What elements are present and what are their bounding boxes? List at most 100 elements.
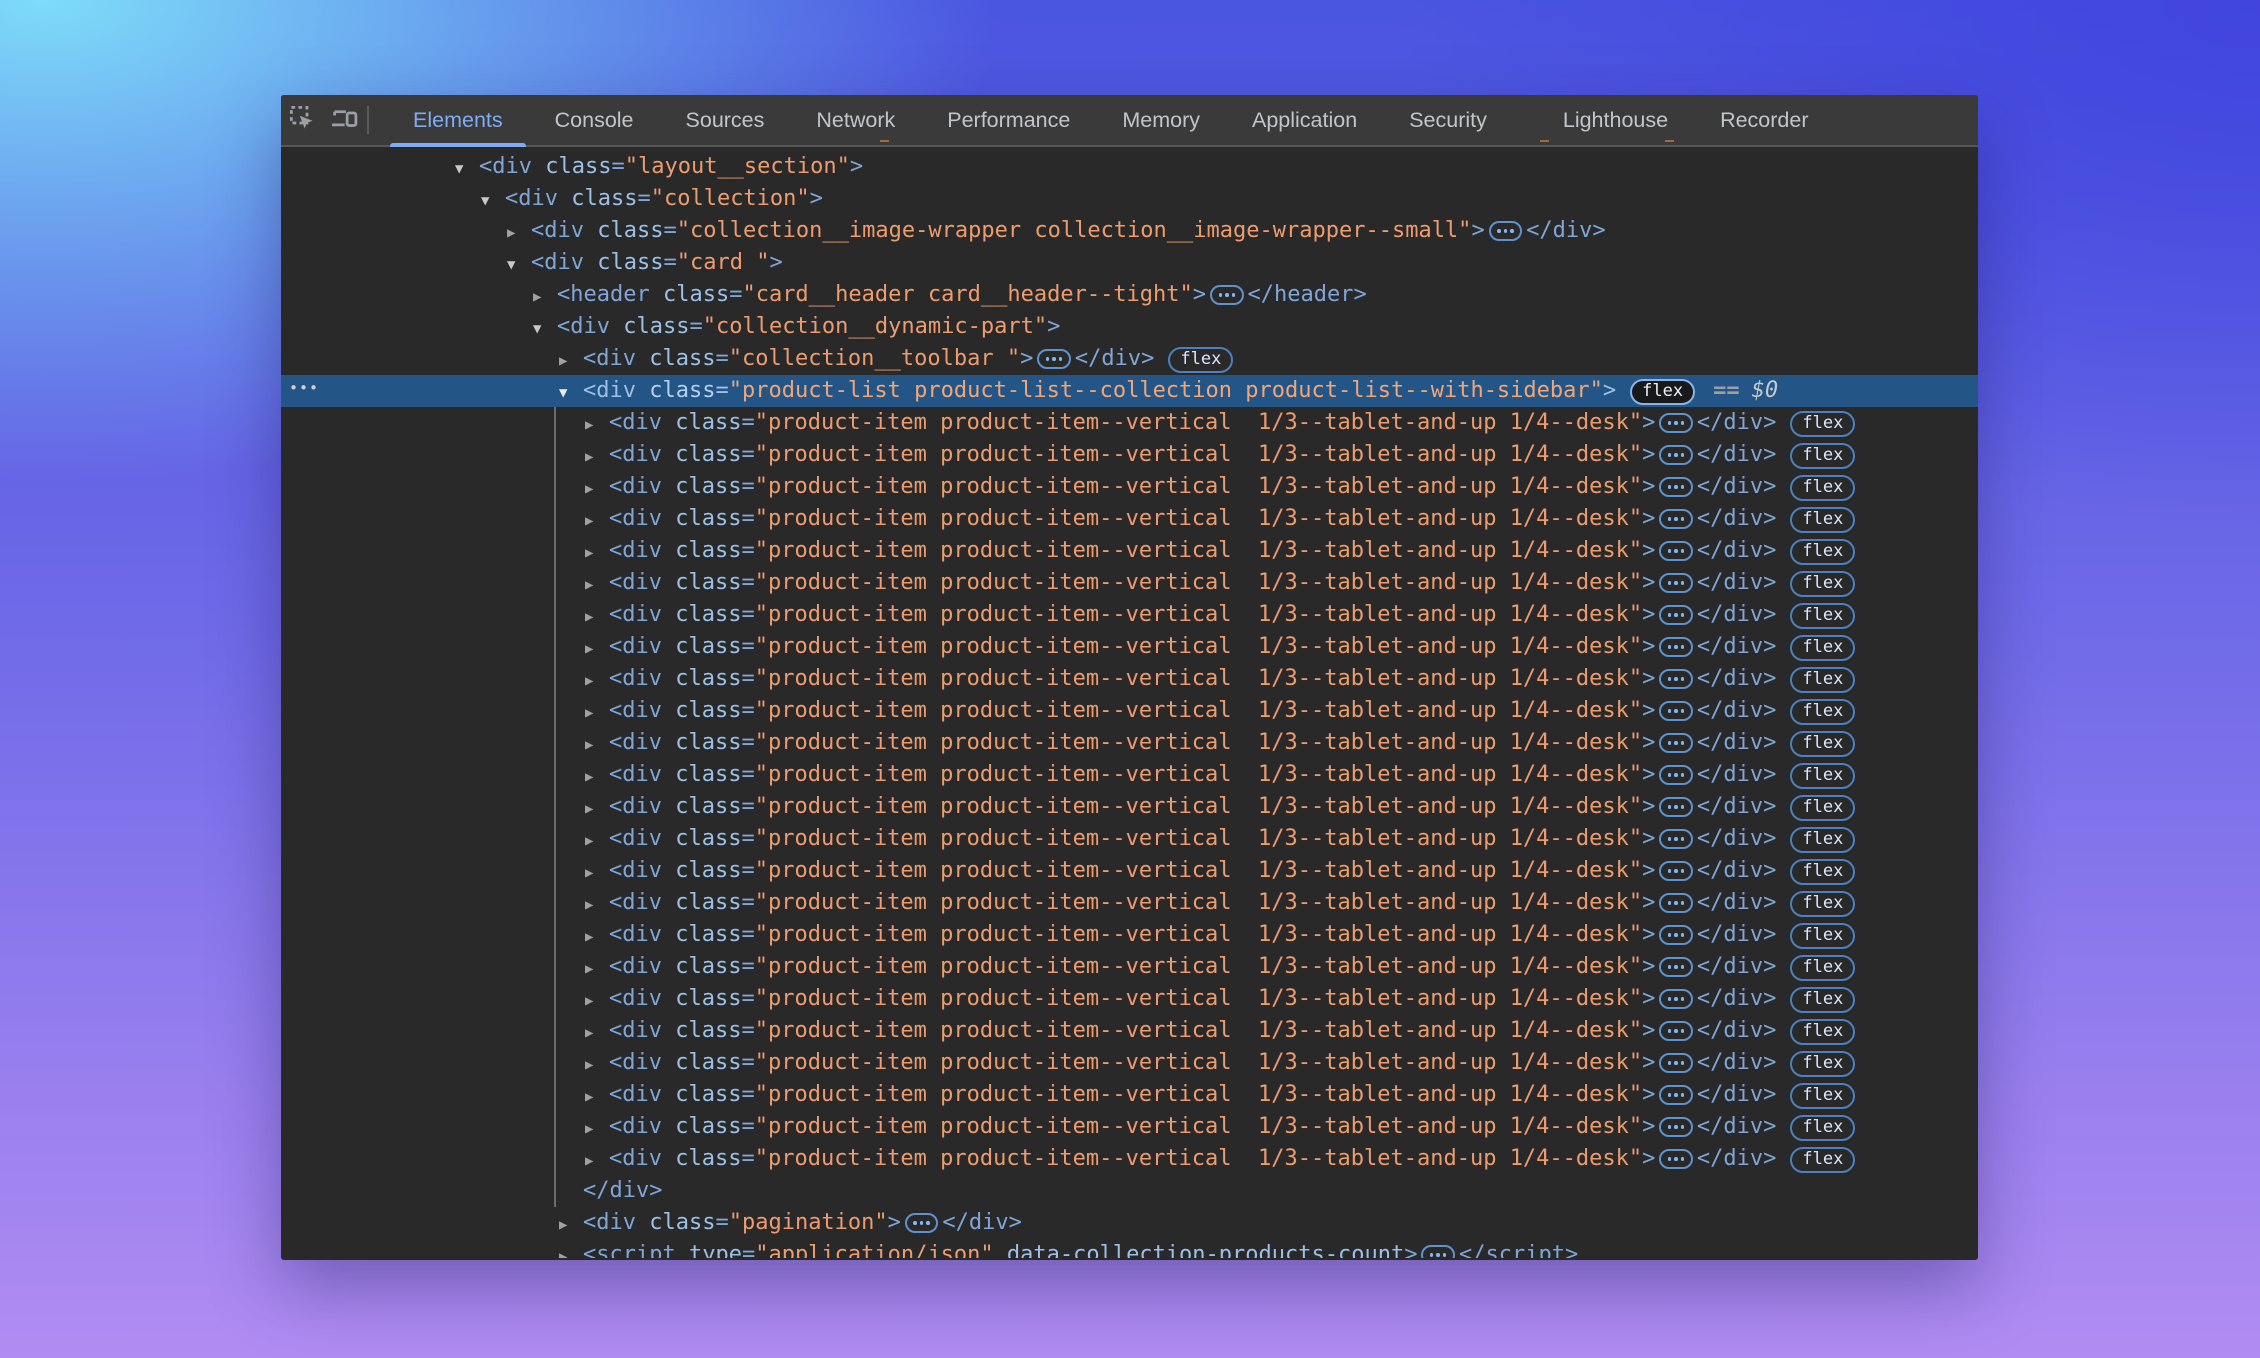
expand-children-button[interactable] — [905, 1213, 939, 1233]
flex-badge[interactable]: flex — [1790, 1051, 1855, 1077]
dom-tree-row[interactable]: ▶<div class="product-item product-item--… — [281, 599, 1978, 631]
disclosure-triangle[interactable]: ▶ — [585, 729, 609, 761]
dom-tree-row[interactable]: ▶<header class="card__header card__heade… — [281, 279, 1978, 311]
disclosure-triangle[interactable]: ▶ — [585, 569, 609, 601]
dom-tree-row[interactable]: </div> — [281, 1175, 1978, 1207]
disclosure-triangle[interactable]: ▶ — [585, 889, 609, 921]
tab-memory[interactable]: Memory — [1096, 95, 1226, 145]
expand-children-button[interactable] — [1659, 573, 1693, 593]
device-toolbar-button[interactable] — [323, 97, 365, 143]
dom-tree-row[interactable]: ▼<div class="collection__dynamic-part"> — [281, 311, 1978, 343]
disclosure-triangle[interactable]: ▶ — [585, 1081, 609, 1113]
expand-children-button[interactable] — [1659, 669, 1693, 689]
disclosure-triangle[interactable]: ▶ — [585, 697, 609, 729]
expand-children-button[interactable] — [1659, 605, 1693, 625]
dom-tree-row[interactable]: ▶<div class="product-item product-item--… — [281, 983, 1978, 1015]
flex-badge[interactable]: flex — [1630, 379, 1695, 405]
dom-tree-row[interactable]: ▼<div class="layout__section"> — [281, 151, 1978, 183]
tab-lighthouse[interactable]: Lighthouse — [1537, 95, 1694, 145]
dom-tree-row[interactable]: ▶<div class="product-item product-item--… — [281, 407, 1978, 439]
dom-tree-row[interactable]: ▶<div class="product-item product-item--… — [281, 1015, 1978, 1047]
disclosure-triangle[interactable]: ▼ — [533, 313, 557, 345]
disclosure-triangle[interactable]: ▶ — [585, 441, 609, 473]
disclosure-triangle[interactable]: ▶ — [585, 761, 609, 793]
flex-badge[interactable]: flex — [1790, 571, 1855, 597]
disclosure-triangle[interactable]: ▶ — [585, 537, 609, 569]
expand-children-button[interactable] — [1659, 1085, 1693, 1105]
expand-children-button[interactable] — [1659, 1149, 1693, 1169]
dom-tree-row[interactable]: ▶<div class="product-item product-item--… — [281, 855, 1978, 887]
flex-badge[interactable]: flex — [1790, 763, 1855, 789]
expand-children-button[interactable] — [1489, 221, 1523, 241]
flex-badge[interactable]: flex — [1790, 731, 1855, 757]
expand-children-button[interactable] — [1659, 413, 1693, 433]
dom-tree-row[interactable]: ▶<div class="product-item product-item--… — [281, 1143, 1978, 1175]
expand-children-button[interactable] — [1659, 765, 1693, 785]
dom-tree-row[interactable]: ▼<div class="collection"> — [281, 183, 1978, 215]
flex-badge[interactable]: flex — [1790, 987, 1855, 1013]
dom-tree-row[interactable]: ▶<div class="product-item product-item--… — [281, 791, 1978, 823]
flex-badge[interactable]: flex — [1790, 507, 1855, 533]
disclosure-triangle[interactable]: ▶ — [585, 409, 609, 441]
disclosure-triangle[interactable]: ▼ — [507, 249, 531, 281]
expand-children-button[interactable] — [1659, 445, 1693, 465]
expand-children-button[interactable] — [1659, 829, 1693, 849]
flex-badge[interactable]: flex — [1790, 635, 1855, 661]
flex-badge[interactable]: flex — [1790, 699, 1855, 725]
disclosure-triangle[interactable]: ▶ — [585, 633, 609, 665]
disclosure-triangle[interactable]: ▶ — [585, 601, 609, 633]
dom-tree-row[interactable]: ▶<div class="product-item product-item--… — [281, 887, 1978, 919]
tab-security[interactable]: Security — [1383, 95, 1513, 145]
disclosure-triangle[interactable]: ▶ — [585, 921, 609, 953]
flex-badge[interactable]: flex — [1790, 923, 1855, 949]
disclosure-triangle[interactable]: ▶ — [585, 793, 609, 825]
dom-tree-row[interactable]: ▶<div class="collection__toolbar "></div… — [281, 343, 1978, 375]
dom-tree-row[interactable]: ▶<div class="product-item product-item--… — [281, 1047, 1978, 1079]
disclosure-triangle[interactable]: ▶ — [585, 857, 609, 889]
dom-tree-row[interactable]: ▶<div class="product-item product-item--… — [281, 727, 1978, 759]
flex-badge[interactable]: flex — [1790, 827, 1855, 853]
expand-children-button[interactable] — [1659, 1053, 1693, 1073]
expand-children-button[interactable] — [1659, 477, 1693, 497]
expand-children-button[interactable] — [1659, 733, 1693, 753]
expand-children-button[interactable] — [1659, 925, 1693, 945]
flex-badge[interactable]: flex — [1790, 411, 1855, 437]
expand-children-button[interactable] — [1659, 861, 1693, 881]
dom-tree-row[interactable]: ▶<div class="product-item product-item--… — [281, 919, 1978, 951]
tab-console[interactable]: Console — [529, 95, 660, 145]
disclosure-triangle[interactable]: ▶ — [585, 985, 609, 1017]
disclosure-triangle[interactable]: ▶ — [533, 281, 557, 313]
expand-children-button[interactable] — [1659, 1021, 1693, 1041]
dom-tree-row[interactable]: ▶<div class="product-item product-item--… — [281, 663, 1978, 695]
disclosure-triangle[interactable]: ▼ — [455, 153, 479, 185]
expand-children-button[interactable] — [1037, 349, 1071, 369]
expand-children-button[interactable] — [1659, 989, 1693, 1009]
flex-badge[interactable]: flex — [1790, 475, 1855, 501]
tab-elements[interactable]: Elements — [387, 95, 529, 145]
disclosure-triangle[interactable]: ▶ — [585, 1049, 609, 1081]
disclosure-triangle[interactable]: ▼ — [481, 185, 505, 217]
disclosure-triangle[interactable]: ▶ — [559, 345, 583, 377]
expand-children-button[interactable] — [1421, 1245, 1455, 1258]
dom-tree-row[interactable]: ▼<div class="card "> — [281, 247, 1978, 279]
dom-tree-row[interactable]: ▶<script type="application/json" data-co… — [281, 1239, 1978, 1258]
disclosure-triangle[interactable]: ▶ — [585, 1113, 609, 1145]
flex-badge[interactable]: flex — [1790, 1115, 1855, 1141]
expand-children-button[interactable] — [1210, 285, 1244, 305]
flex-badge[interactable]: flex — [1790, 603, 1855, 629]
dom-tree-row[interactable]: ▶<div class="product-item product-item--… — [281, 503, 1978, 535]
dom-tree-row[interactable]: ▶<div class="product-item product-item--… — [281, 1111, 1978, 1143]
flex-badge[interactable]: flex — [1790, 955, 1855, 981]
flex-badge[interactable]: flex — [1790, 443, 1855, 469]
dom-tree-row[interactable]: ▶<div class="product-item product-item--… — [281, 695, 1978, 727]
expand-children-button[interactable] — [1659, 701, 1693, 721]
expand-children-button[interactable] — [1659, 541, 1693, 561]
tab-application[interactable]: Application — [1226, 95, 1383, 145]
dom-tree-row[interactable]: ▶<div class="product-item product-item--… — [281, 631, 1978, 663]
expand-children-button[interactable] — [1659, 893, 1693, 913]
flex-badge[interactable]: flex — [1790, 1083, 1855, 1109]
disclosure-triangle[interactable]: ▶ — [585, 1145, 609, 1177]
flex-badge[interactable]: flex — [1790, 891, 1855, 917]
expand-children-button[interactable] — [1659, 637, 1693, 657]
tab-sources[interactable]: Sources — [660, 95, 791, 145]
